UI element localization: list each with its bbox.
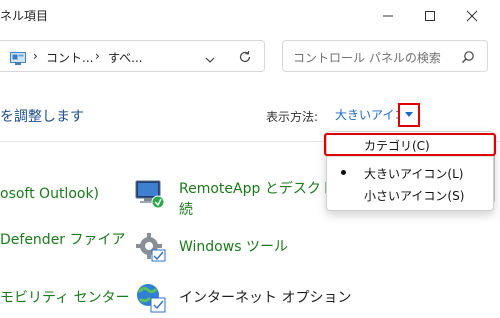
menu-item-small-icons[interactable]: 小さいアイコン(S) — [364, 187, 464, 204]
defender-firewall-item[interactable]: Defender ファイア — [0, 229, 126, 249]
chevron-down-icon — [205, 57, 215, 63]
menu-separator — [327, 156, 493, 157]
remoteapp-item-line2[interactable]: 続 — [179, 199, 193, 219]
remoteapp-item-line1[interactable]: RemoteApp とデスクト — [179, 178, 335, 198]
window-title: ネル項目 — [0, 9, 49, 23]
mobility-center-item[interactable]: モビリティ センター — [0, 287, 130, 307]
selected-bullet-icon — [341, 170, 346, 175]
refresh-button[interactable] — [238, 49, 252, 68]
windows-tools-item[interactable]: Windows ツール — [179, 236, 288, 256]
close-icon — [466, 10, 478, 22]
page-heading: を調整します — [0, 109, 84, 125]
view-dropdown-arrow-button[interactable] — [398, 103, 420, 127]
minimize-icon — [383, 15, 393, 17]
mail-item[interactable]: osoft Outlook) — [0, 186, 99, 202]
view-by-select[interactable]: 大きいアイコン — [329, 104, 442, 126]
address-dropdown-button[interactable] — [204, 51, 216, 70]
remoteapp-icon[interactable] — [134, 178, 168, 214]
maximize-button[interactable] — [410, 0, 450, 32]
refresh-icon — [239, 50, 251, 63]
title-bar: ネル項目 — [0, 0, 500, 32]
minimize-button[interactable] — [368, 0, 408, 32]
address-bar[interactable]: › コント... › すべ... — [0, 40, 265, 72]
close-button[interactable] — [452, 0, 492, 32]
search-input[interactable]: コントロール パネルの検索 — [282, 40, 488, 72]
view-by-label: 表示方法: — [266, 110, 319, 124]
highlight-box — [324, 133, 496, 156]
triangle-down-icon — [405, 112, 413, 117]
internet-options-icon[interactable] — [134, 280, 168, 318]
internet-options-item[interactable]: インターネット オプション — [179, 287, 351, 307]
control-panel-icon — [10, 50, 26, 69]
search-icon[interactable] — [461, 49, 475, 68]
breadcrumb-all-items[interactable]: すべ... — [108, 49, 143, 66]
menu-item-large-icons[interactable]: 大きいアイコン(L) — [364, 165, 463, 182]
search-placeholder: コントロール パネルの検索 — [293, 51, 441, 65]
maximize-icon — [425, 11, 435, 21]
breadcrumb-separator: › — [95, 49, 100, 63]
breadcrumb-control-panel[interactable]: コント... — [46, 49, 93, 66]
breadcrumb-separator: › — [33, 49, 38, 63]
windows-tools-icon[interactable] — [134, 231, 168, 267]
